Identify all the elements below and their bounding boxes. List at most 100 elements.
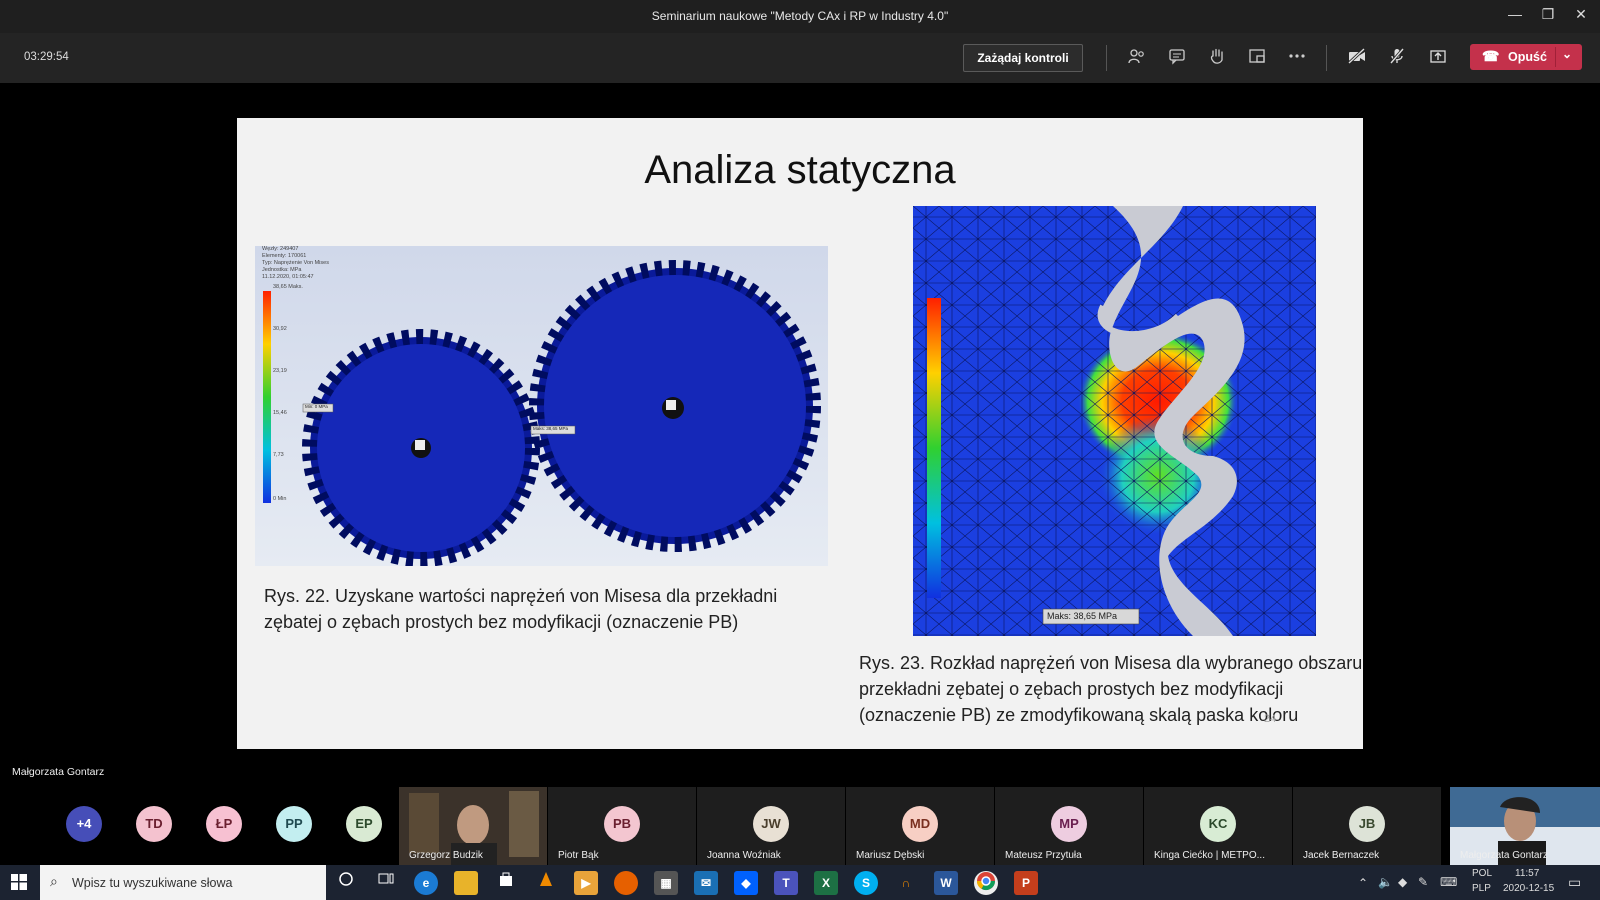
share-icon[interactable] (1426, 47, 1450, 69)
participant-tile[interactable]: KC Kinga Ciećko | METPO... (1144, 787, 1292, 865)
avatar[interactable]: PP (276, 806, 312, 842)
min-probe-label: Min: 0 MPa (305, 404, 328, 409)
notifications-icon[interactable]: ▭ (1568, 874, 1581, 891)
skype-icon[interactable]: S (854, 871, 878, 895)
clock-date[interactable]: 2020-12-15 (1503, 883, 1554, 894)
rooms-icon[interactable] (1245, 47, 1269, 69)
participant-name: Jacek Bernaczek (1303, 850, 1380, 861)
participants-icon[interactable] (1125, 47, 1149, 69)
window-titlebar: Seminarium naukowe "Metody CAx i RP w In… (0, 0, 1600, 33)
firefox-icon[interactable] (614, 871, 638, 895)
avatar: JW (753, 806, 789, 842)
teams-icon[interactable]: T (774, 871, 798, 895)
participant-name: Mariusz Dębski (856, 850, 925, 861)
meeting-timer: 03:29:54 (24, 51, 69, 63)
max-probe-label: Maks: 38,65 MPa (533, 426, 569, 431)
avatar[interactable]: ŁP (206, 806, 242, 842)
leave-button[interactable]: ☎ Opuść ⌄ (1470, 44, 1582, 70)
chrome-icon[interactable] (974, 871, 998, 895)
media-player-icon[interactable]: ▶ (574, 871, 598, 895)
shared-screen: Analiza statyczna Węzły: 249407 Elementy… (0, 83, 1600, 788)
participant-name: Grzegorz Budzik (409, 850, 483, 861)
more-icon[interactable] (1285, 47, 1309, 69)
gears-stress-image: Węzły: 249407 Elementy: 170061 Typ: Napr… (255, 246, 828, 567)
slide-title: Analiza statyczna (644, 148, 956, 192)
presentation-slide: Analiza statyczna Węzły: 249407 Elementy… (237, 118, 1363, 749)
language-indicator[interactable]: POL (1472, 868, 1492, 879)
powerpoint-icon[interactable]: P (1014, 871, 1038, 895)
file-explorer-icon[interactable] (454, 871, 478, 895)
excel-icon[interactable]: X (814, 871, 838, 895)
legend-value: 7,73 (273, 452, 284, 458)
mesh-stress-image: Maks: 38,65 MPa (913, 206, 1316, 636)
minimize-button[interactable]: — (1500, 6, 1530, 22)
legend-header-line: Jednostka: MPa (262, 267, 302, 273)
participant-name: Joanna Woźniak (707, 850, 781, 861)
avatar: MP (1051, 806, 1087, 842)
keyboard-icon[interactable]: ⌨ (1440, 875, 1457, 889)
search-placeholder: Wpisz tu wyszukiwane słowa (72, 876, 233, 890)
legend-header-line: 11.12.2020, 01:05:47 (262, 274, 314, 280)
volume-icon[interactable]: 🔈 (1378, 875, 1393, 889)
participant-tile[interactable]: MD Mariusz Dębski (846, 787, 994, 865)
taskbar-search-input[interactable]: ⌕ Wpisz tu wyszukiwane słowa (40, 865, 326, 900)
keyboard-layout-indicator[interactable]: PLP (1472, 883, 1491, 894)
chat-icon[interactable] (1165, 47, 1189, 69)
request-control-button[interactable]: Zażądaj kontroli (963, 44, 1083, 72)
avatar: MD (902, 806, 938, 842)
avatar[interactable]: EP (346, 806, 382, 842)
vlc-icon[interactable] (534, 871, 558, 895)
figure-caption-right: Rys. 23. Rozkład naprężeń von Misesa dla… (859, 653, 1363, 725)
cortana-icon[interactable] (334, 871, 358, 895)
avatar: PB (604, 806, 640, 842)
toolbar-separator (1106, 45, 1107, 71)
participant-tile[interactable]: JW Joanna Woźniak (697, 787, 845, 865)
legend-value: 0 Min (273, 496, 287, 502)
headset-app-icon[interactable]: ∩ (894, 871, 918, 895)
participant-tile[interactable]: PB Piotr Bąk (548, 787, 696, 865)
windows-start-icon[interactable] (11, 874, 27, 895)
self-video-tile[interactable]: Małgorzata Gontarz (1450, 787, 1600, 865)
meeting-toolbar: 03:29:54 Zażądaj kontroli ☎ Opuść ⌄ (0, 33, 1600, 83)
chevron-down-icon[interactable]: ⌄ (1562, 47, 1572, 61)
windows-taskbar: ⌕ Wpisz tu wyszukiwane słowa e ▶ ▦ ✉ ◆ T… (0, 865, 1600, 900)
legend-value: 15,46 (273, 410, 287, 416)
camera-off-icon[interactable] (1345, 47, 1369, 69)
participant-tile[interactable]: JB Jacek Bernaczek (1293, 787, 1441, 865)
figure-caption-left: Rys. 22. Uzyskane wartości naprężeń von … (264, 586, 778, 632)
chevron-up-icon[interactable]: ⌃ (1358, 876, 1368, 890)
dropbox-icon[interactable]: ◆ (734, 871, 758, 895)
toolbar-separator (1326, 45, 1327, 71)
legend-value: 23,19 (273, 368, 287, 374)
max-stress-label: Maks: 38,65 MPa (1047, 611, 1118, 621)
legend-header-line: Typ: Naprężenie Von Mises (262, 260, 329, 266)
legend-value: 30,92 (273, 326, 287, 332)
task-view-icon[interactable] (374, 871, 398, 895)
hangup-icon: ☎ (1482, 48, 1500, 64)
pen-icon[interactable]: ✎ (1418, 875, 1428, 889)
presenter-name: Małgorzata Gontarz (12, 766, 105, 778)
participant-tile[interactable]: MP Mateusz Przytuła (995, 787, 1143, 865)
raise-hand-icon[interactable] (1205, 47, 1229, 69)
restore-button[interactable]: ❐ (1533, 6, 1563, 23)
mail-icon[interactable]: ✉ (694, 871, 718, 895)
edge-icon[interactable]: e (414, 871, 438, 895)
close-button[interactable]: ✕ (1566, 6, 1596, 23)
store-icon[interactable] (494, 871, 518, 895)
participant-tile-video[interactable]: Grzegorz Budzik (399, 787, 547, 865)
clock-time[interactable]: 11:57 (1515, 868, 1539, 879)
avatar: JB (1349, 806, 1385, 842)
avatar[interactable]: TD (136, 806, 172, 842)
avatar: KC (1200, 806, 1236, 842)
dropbox-tray-icon[interactable]: ◆ (1398, 875, 1407, 889)
mic-off-icon[interactable] (1385, 47, 1409, 69)
overflow-participants-button[interactable]: +4 (66, 806, 102, 842)
leave-divider (1555, 47, 1556, 67)
calculator-icon[interactable]: ▦ (654, 871, 678, 895)
participant-name: Kinga Ciećko | METPO... (1154, 850, 1265, 861)
legend-value: 38,65 Maks. (273, 284, 303, 290)
participant-name: Mateusz Przytuła (1005, 850, 1082, 861)
participant-name: Piotr Bąk (558, 850, 599, 861)
word-icon[interactable]: W (934, 871, 958, 895)
search-icon: ⌕ (50, 873, 58, 889)
